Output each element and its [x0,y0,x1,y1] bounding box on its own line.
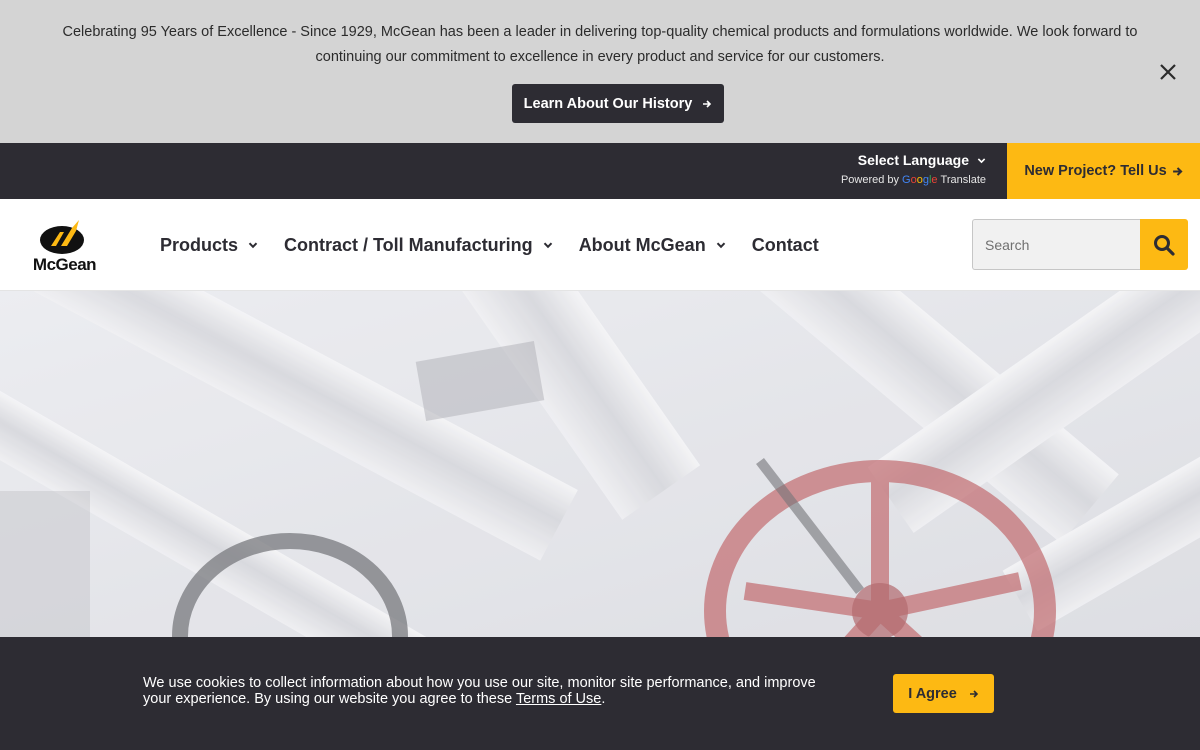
logo-text: McGean [32,255,97,274]
nav-contact[interactable]: Contact [752,235,819,256]
language-selector: Select Language Powered by Google Transl… [841,152,986,186]
learn-history-label: Learn About Our History [523,95,693,112]
chevron-down-icon [977,157,986,163]
nav-contract-manufacturing[interactable]: Contract / Toll Manufacturing [284,235,553,256]
main-nav: Products Contract / Toll Manufacturing A… [160,199,845,291]
search-form [972,219,1188,270]
announcement-text: Celebrating 95 Years of Excellence - Sin… [62,24,1138,65]
arrow-right-icon [1172,166,1183,176]
announcement-bar: Celebrating 95 Years of Excellence - Sin… [0,0,1200,143]
arrow-right-icon [969,689,978,698]
mcgean-logo[interactable]: McGean [27,218,102,276]
powered-by-label: Powered by [840,174,900,186]
search-input[interactable] [972,219,1140,270]
nav-products[interactable]: Products [160,235,258,256]
nav-contact-label: Contact [751,234,819,255]
search-icon [1154,234,1175,256]
nav-about-label: About McGean [578,234,706,255]
hero-image [0,291,1200,637]
industrial-pipes-image [0,291,1200,637]
powered-by-google: Powered by Google Translate [841,174,986,186]
nav-contract-label: Contract / Toll Manufacturing [284,234,533,255]
utility-bar: Select Language Powered by Google Transl… [0,143,1200,199]
chevron-down-icon [543,242,552,249]
cookie-banner: We use cookies to collect information ab… [0,637,1200,750]
select-language-label: Select Language [857,152,969,168]
main-header: McGean Products Contract / Toll Manufact… [0,199,1200,291]
learn-history-button[interactable]: Learn About Our History [512,84,724,123]
nav-products-label: Products [160,234,239,255]
nav-about[interactable]: About McGean [579,235,726,256]
logo-mark-icon [40,220,84,254]
agree-button[interactable]: I Agree [893,674,994,713]
new-project-button[interactable]: New Project? Tell Us [1007,143,1200,199]
select-language-dropdown[interactable]: Select Language [841,152,986,168]
new-project-label: New Project? Tell Us [1024,163,1167,179]
arrow-right-icon [703,99,712,108]
google-logo[interactable]: Google [902,174,938,186]
translate-label: Translate [940,174,986,186]
chevron-down-icon [248,242,258,249]
chevron-down-icon [716,242,725,249]
terms-of-use-link[interactable]: Terms of Use [516,691,601,707]
cookie-text: We use cookies to collect information ab… [143,675,816,707]
search-button[interactable] [1140,219,1188,270]
close-icon[interactable] [1156,60,1180,84]
agree-label: I Agree [908,685,957,702]
